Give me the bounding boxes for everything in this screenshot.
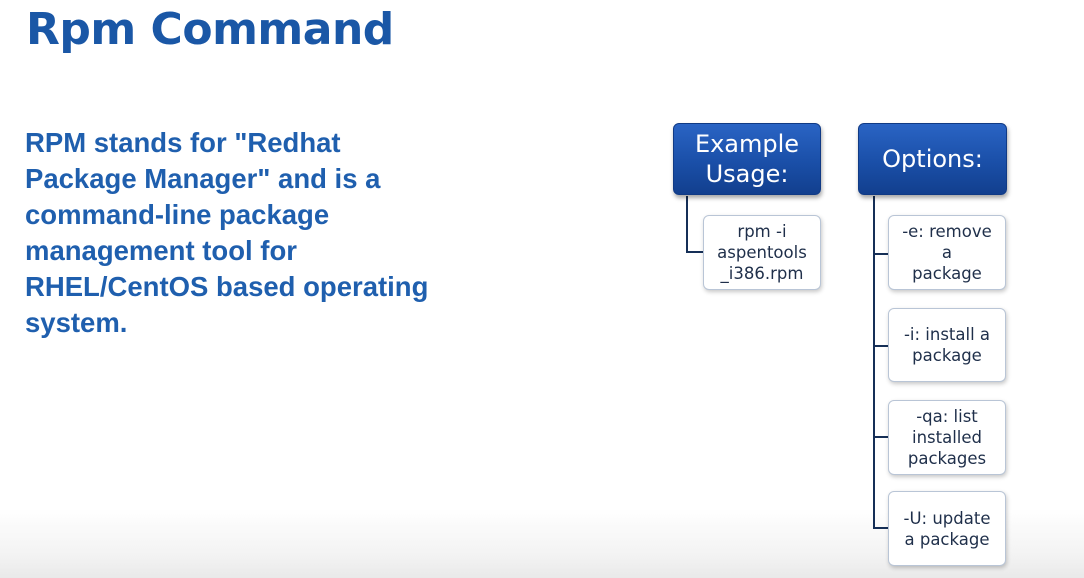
options-header: Options: [858, 123, 1007, 195]
option-remove-box: -e: remove a package [888, 215, 1006, 290]
example-connector-vertical [686, 196, 688, 253]
example-usage-header: Example Usage: [673, 123, 821, 195]
options-connector-2 [873, 345, 888, 347]
options-connector-1 [873, 253, 888, 255]
option-install-box: -i: install a package [888, 308, 1006, 382]
option-update-box: -U: update a package [888, 491, 1006, 566]
options-connector-4 [873, 527, 888, 529]
slide-title: Rpm Command [26, 4, 394, 55]
example-connector-horizontal [686, 251, 703, 253]
description-text: RPM stands for "Redhat Package Manager" … [25, 127, 429, 338]
example-command-box: rpm -i aspentools _i386.rpm [703, 215, 821, 290]
options-connector-vertical [873, 196, 875, 528]
option-query-box: -qa: list installed packages [888, 400, 1006, 475]
options-connector-3 [873, 436, 888, 438]
